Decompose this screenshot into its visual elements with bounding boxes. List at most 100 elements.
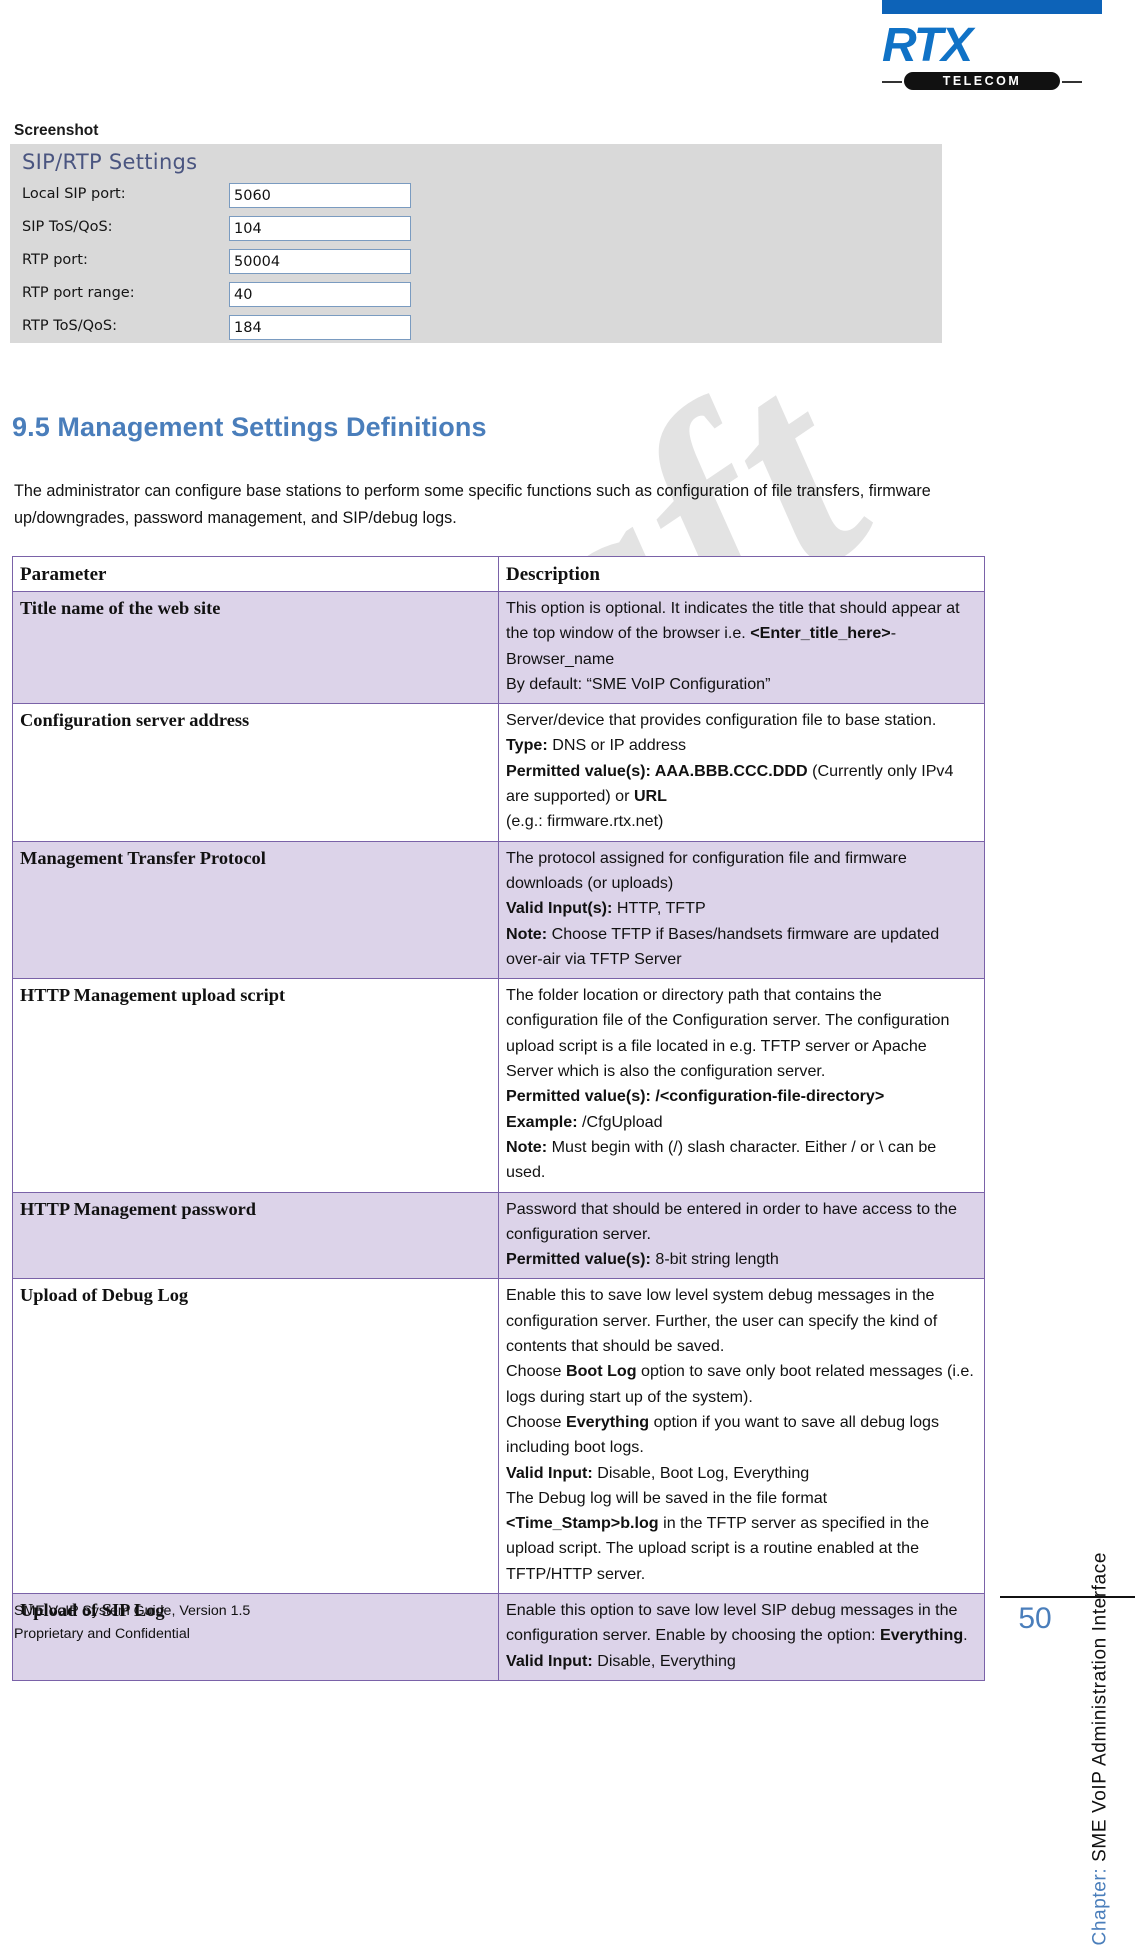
table-row: HTTP Management upload script The folder … — [12, 978, 985, 1193]
description-emphasis: Boot Log — [565, 1362, 637, 1381]
settings-field-input[interactable]: 40 — [229, 282, 411, 307]
section-heading: 9.5 Management Settings Definitions — [12, 412, 487, 442]
description-emphasis: Type: — [506, 736, 548, 755]
description-text: By default: “SME VoIP Configuration” — [506, 674, 771, 693]
description-emphasis: Everything — [879, 1626, 964, 1645]
settings-field-input[interactable]: 5060 — [229, 183, 411, 208]
settings-field-input[interactable]: 50004 — [229, 249, 411, 274]
table-row: Title name of the web site This option is… — [12, 590, 985, 705]
description-line: Permitted value(s): /<configuration-file… — [506, 1084, 977, 1109]
description-emphasis: Note: — [506, 1137, 548, 1156]
description-line: Note: Choose TFTP if Bases/handsets firm… — [506, 922, 977, 973]
description-text: Choose TFTP if Bases/handsets firmware a… — [506, 924, 940, 968]
description-text: Disable, Everything — [592, 1651, 736, 1670]
table-row: Upload of Debug Log Enable this to save l… — [12, 1278, 985, 1594]
parameter-cell: Upload of Debug Log — [12, 1278, 499, 1594]
description-text: Server/device that provides configuratio… — [506, 711, 937, 730]
settings-field-label: RTP ToS/QoS: — [22, 318, 117, 334]
description-line: Valid Input: Disable, Boot Log, Everythi… — [506, 1461, 977, 1486]
description-line: Note: Must begin with (/) slash characte… — [506, 1135, 977, 1186]
sip-rtp-settings-screenshot: SIP/RTP Settings Local SIP port: 5060 SIP … — [10, 144, 942, 343]
logo-telecom-pill: TELECOM — [904, 72, 1060, 90]
settings-field-label: RTP port: — [22, 252, 88, 268]
description-cell: Enable this option to save low level SIP… — [498, 1592, 985, 1681]
description-text: DNS or IP address — [547, 736, 687, 755]
description-cell: Enable this to save low level system deb… — [498, 1278, 985, 1594]
description-emphasis: <Time_Stamp>b.log — [506, 1514, 659, 1533]
parameter-cell: Title name of the web site — [12, 590, 499, 705]
chapter-title: SME VoIP Administration Interface — [1089, 1552, 1110, 1862]
description-emphasis: Permitted value(s): /<configuration-file… — [506, 1087, 885, 1106]
description-text: The folder location or directory path th… — [506, 986, 950, 1081]
description-line: Choose Everything option if you want to … — [506, 1410, 977, 1461]
column-header-description: Description — [498, 556, 985, 592]
description-cell: Password that should be entered in order… — [498, 1191, 985, 1280]
parameter-cell: HTTP Management upload script — [12, 978, 499, 1193]
description-line: Type: DNS or IP address — [506, 733, 977, 758]
logo-telecom-row: TELECOM — [882, 72, 1082, 90]
settings-field-input[interactable]: 104 — [229, 216, 411, 241]
description-line: Enable this option to save low level SIP… — [506, 1598, 977, 1649]
description-text: Choose — [506, 1412, 566, 1431]
description-line: The folder location or directory path th… — [506, 983, 977, 1084]
description-line: By default: “SME VoIP Configuration” — [506, 672, 977, 697]
description-emphasis: Valid Input(s): — [506, 899, 613, 918]
description-line: Example: /CfgUpload — [506, 1110, 977, 1135]
footer-line-guide: SME VoIP System Guide, Version 1.5 — [14, 1603, 251, 1619]
description-line: Permitted value(s): AAA.BBB.CCC.DDD (Cur… — [506, 759, 977, 810]
description-line: Server/device that provides configuratio… — [506, 708, 977, 733]
description-line: Choose Boot Log option to save only boot… — [506, 1359, 977, 1410]
logo-rule-right — [1062, 81, 1082, 83]
description-line: (e.g.: firmware.rtx.net) — [506, 809, 977, 834]
description-line: The Debug log will be saved in the file … — [506, 1486, 977, 1587]
description-emphasis: Permitted value(s): — [506, 1250, 651, 1269]
description-line: Permitted value(s): 8-bit string length — [506, 1247, 977, 1272]
table-row: Management Transfer Protocol The protocol… — [12, 840, 985, 980]
description-text: The protocol assigned for configuration … — [506, 848, 907, 892]
description-line: Enable this to save low level system deb… — [506, 1283, 977, 1359]
description-cell: The folder location or directory path th… — [498, 978, 985, 1193]
settings-field-label: SIP ToS/QoS: — [22, 219, 113, 235]
parameter-cell: Configuration server address — [12, 703, 499, 842]
description-line: This option is optional. It indicates th… — [506, 596, 977, 672]
description-line: Valid Input(s): HTTP, TFTP — [506, 896, 977, 921]
description-emphasis: Everything — [565, 1412, 650, 1431]
logo-rule-left — [882, 81, 902, 83]
footer-line-confidential: Proprietary and Confidential — [14, 1626, 190, 1642]
description-emphasis: Valid Input: — [506, 1463, 593, 1482]
description-text: Password that should be entered in order… — [506, 1199, 957, 1243]
section-intro-paragraph: The administrator can configure base sta… — [14, 482, 931, 527]
settings-field-label: RTP port range: — [22, 285, 135, 301]
sip-rtp-panel-title: SIP/RTP Settings — [22, 150, 198, 174]
description-emphasis: Valid Input: — [506, 1651, 593, 1670]
table-header-row: Parameter Description — [12, 556, 985, 592]
column-header-parameter: Parameter — [12, 556, 499, 592]
description-cell: Server/device that provides configuratio… — [498, 703, 985, 842]
description-text: . — [963, 1626, 968, 1645]
screenshot-caption: Screenshot — [14, 122, 99, 139]
description-line: Password that should be entered in order… — [506, 1197, 977, 1248]
description-text: Enable this to save low level system deb… — [506, 1286, 938, 1356]
description-cell: This option is optional. It indicates th… — [498, 590, 985, 705]
description-text: The Debug log will be saved in the file … — [506, 1488, 828, 1507]
parameter-cell: HTTP Management password — [12, 1191, 499, 1280]
settings-field-input[interactable]: 184 — [229, 315, 411, 340]
logo-brand-text: RTX — [882, 19, 973, 72]
description-line: Valid Input: Disable, Everything — [506, 1649, 977, 1674]
description-text: (e.g.: firmware.rtx.net) — [506, 812, 664, 831]
settings-field-label: Local SIP port: — [22, 186, 126, 202]
chapter-prefix: Chapter: — [1089, 1861, 1110, 1945]
page-number-rule — [1000, 1596, 1135, 1598]
description-text: Must begin with (/) slash character. Eit… — [506, 1137, 937, 1182]
rtx-telecom-logo: RTX TELECOM — [802, 0, 1102, 96]
chapter-sidebar-label: Chapter: SME VoIP Administration Interfa… — [1089, 1552, 1111, 1945]
description-text: 8-bit string length — [650, 1250, 779, 1269]
table-row: Configuration server address Server/devic… — [12, 703, 985, 842]
page-number: 50 — [1018, 1602, 1052, 1635]
page-footer: SME VoIP System Guide, Version 1.5 Propr… — [14, 1600, 250, 1646]
description-text: Choose — [506, 1362, 566, 1381]
management-settings-definitions-table: Parameter Description Title name of the … — [12, 556, 985, 1681]
description-emphasis: Note: — [506, 924, 548, 943]
description-cell: The protocol assigned for configuration … — [498, 840, 985, 980]
parameter-cell: Management Transfer Protocol — [12, 840, 499, 980]
